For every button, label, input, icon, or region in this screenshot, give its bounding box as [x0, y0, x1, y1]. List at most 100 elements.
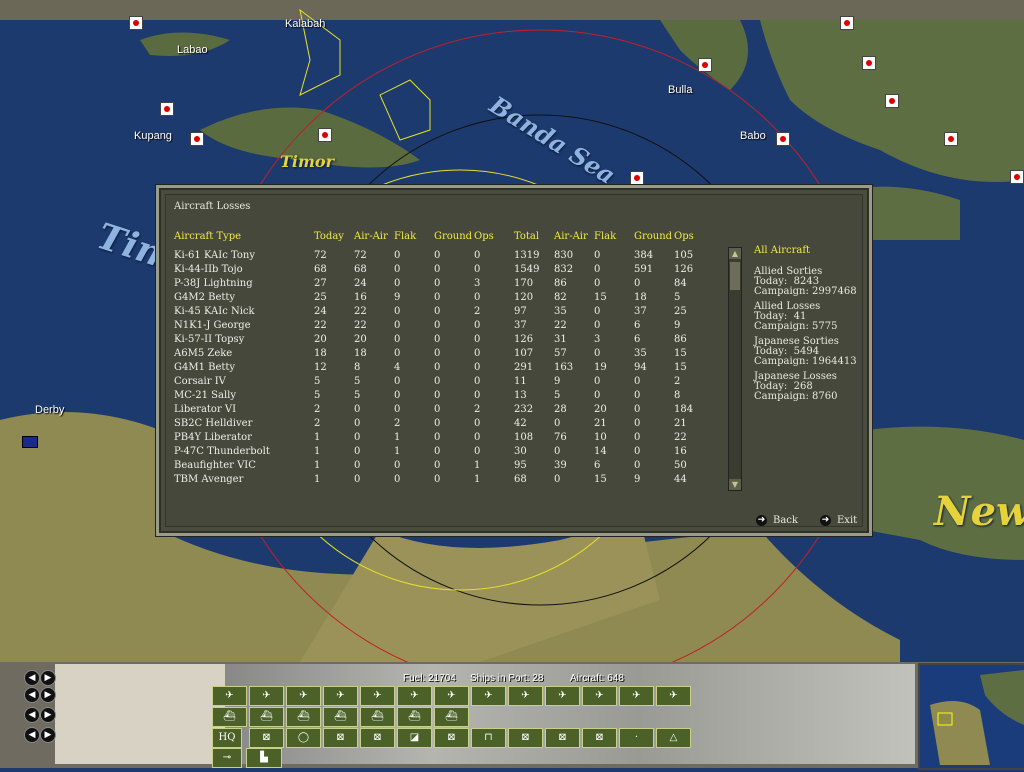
- cell-aircraft-type[interactable]: P-47C Thunderbolt: [174, 446, 270, 457]
- ground-unit-filter-icon[interactable]: ⊠: [508, 728, 543, 748]
- base-flag-icon[interactable]: [862, 56, 876, 70]
- air-filter-icon[interactable]: ✈: [471, 686, 506, 706]
- prev-icon[interactable]: ◀: [24, 727, 40, 743]
- ground-unit-filter-icon[interactable]: ⊠: [434, 728, 469, 748]
- cell-total-ops: 184: [674, 404, 694, 415]
- ship-filter-icon[interactable]: ⛴: [212, 707, 247, 727]
- base-flag-icon[interactable]: [129, 16, 143, 30]
- base-flag-icon[interactable]: [776, 132, 790, 146]
- cell-aircraft-type[interactable]: A6M5 Zeke: [174, 348, 232, 359]
- cell-total-ops: 15: [674, 348, 687, 359]
- air-filter-icon[interactable]: ✈: [397, 686, 432, 706]
- ground-unit-filter-icon[interactable]: ⊠: [360, 728, 395, 748]
- cell-aircraft-type[interactable]: G4M1 Betty: [174, 362, 235, 373]
- back-button[interactable]: ➜ Back: [756, 515, 798, 526]
- air-filter-icon[interactable]: ✈: [286, 686, 321, 706]
- cell-air-air: 0: [354, 446, 361, 457]
- col-header-flak[interactable]: Flak: [394, 231, 416, 242]
- ground-unit-filter-icon[interactable]: ⊠: [582, 728, 617, 748]
- ground-unit-filter-icon[interactable]: ⊓: [471, 728, 506, 748]
- col-header-total-ops[interactable]: Ops: [674, 231, 694, 242]
- arrow-right-icon: ➜: [820, 515, 831, 526]
- ground-unit-filter-icon[interactable]: ◯: [286, 728, 321, 748]
- cell-aircraft-type[interactable]: Ki-61 KAIc Tony: [174, 250, 255, 261]
- cell-aircraft-type[interactable]: Ki-44-IIb Tojo: [174, 264, 243, 275]
- base-flag-icon[interactable]: [160, 102, 174, 116]
- prev-icon[interactable]: ◀: [24, 670, 40, 686]
- col-header-total[interactable]: Total: [514, 231, 539, 242]
- cell-aircraft-type[interactable]: G4M2 Betty: [174, 292, 235, 303]
- base-flag-icon[interactable]: [840, 16, 854, 30]
- base-flag-icon[interactable]: [1010, 170, 1024, 184]
- next-icon[interactable]: ▶: [40, 727, 56, 743]
- base-flag-icon[interactable]: [318, 128, 332, 142]
- cell-aircraft-type[interactable]: N1K1-J George: [174, 320, 251, 331]
- air-filter-icon[interactable]: ✈: [619, 686, 654, 706]
- col-header-total-flak[interactable]: Flak: [594, 231, 616, 242]
- ship-filter-icon[interactable]: ⛴: [249, 707, 284, 727]
- aircraft-filter-icon[interactable]: ⊸: [212, 748, 242, 768]
- exit-button[interactable]: ➜ Exit: [820, 515, 857, 526]
- col-header-aircraft-type[interactable]: Aircraft Type: [174, 231, 241, 242]
- air-filter-icon[interactable]: ✈: [249, 686, 284, 706]
- col-header-ground[interactable]: Ground: [434, 231, 472, 242]
- cell-aircraft-type[interactable]: Ki-57-II Topsy: [174, 334, 244, 345]
- air-filter-icon[interactable]: ✈: [508, 686, 543, 706]
- col-header-air-air[interactable]: Air-Air: [354, 231, 388, 242]
- ground-unit-filter-icon[interactable]: ·: [619, 728, 654, 748]
- overview-minimap[interactable]: [918, 663, 1024, 770]
- air-filter-icon[interactable]: ✈: [212, 686, 247, 706]
- cell-ops: 3: [474, 278, 481, 289]
- air-filter-icon[interactable]: ✈: [434, 686, 469, 706]
- air-filter-icon[interactable]: ✈: [323, 686, 358, 706]
- ground-unit-filter-icon[interactable]: △: [656, 728, 691, 748]
- air-filter-icon[interactable]: ✈: [545, 686, 580, 706]
- hq-filter-button[interactable]: HQ: [212, 728, 242, 748]
- next-icon[interactable]: ▶: [40, 670, 56, 686]
- island-label: Timor: [280, 152, 335, 171]
- cell-aircraft-type[interactable]: Corsair IV: [174, 376, 226, 387]
- ground-unit-filter-icon[interactable]: ⊠: [545, 728, 580, 748]
- scroll-down-icon[interactable]: ▼: [729, 479, 741, 490]
- cell-aircraft-type[interactable]: Ki-45 KAIc Nick: [174, 306, 255, 317]
- col-header-ops[interactable]: Ops: [474, 231, 494, 242]
- cell-aircraft-type[interactable]: MC-21 Sally: [174, 390, 236, 401]
- next-icon[interactable]: ▶: [40, 687, 56, 703]
- cell-aircraft-type[interactable]: SB2C Helldiver: [174, 418, 252, 429]
- prev-icon[interactable]: ◀: [24, 687, 40, 703]
- ship-filter-icon[interactable]: ⛴: [323, 707, 358, 727]
- ground-unit-filter-icon[interactable]: ⊠: [249, 728, 284, 748]
- side-heading[interactable]: All Aircraft: [754, 245, 810, 256]
- col-header-total-ground[interactable]: Ground: [634, 231, 672, 242]
- ground-unit-filter-icon[interactable]: ◪: [397, 728, 432, 748]
- col-header-today[interactable]: Today: [314, 231, 344, 242]
- table-scrollbar[interactable]: ▲ ▼: [728, 247, 742, 491]
- air-filter-icon[interactable]: ✈: [582, 686, 617, 706]
- cell-aircraft-type[interactable]: P-38J Lightning: [174, 278, 253, 289]
- base-flag-icon[interactable]: [944, 132, 958, 146]
- cell-total-ops: 126: [674, 264, 694, 275]
- cell-aircraft-type[interactable]: Liberator VI: [174, 404, 236, 415]
- prev-icon[interactable]: ◀: [24, 707, 40, 723]
- base-flag-icon[interactable]: [190, 132, 204, 146]
- scroll-up-icon[interactable]: ▲: [729, 248, 741, 259]
- cell-ground: 0: [434, 334, 441, 345]
- next-icon[interactable]: ▶: [40, 707, 56, 723]
- allied-base-flag-icon[interactable]: [22, 436, 38, 448]
- base-flag-icon[interactable]: [698, 58, 712, 72]
- ship-filter-icon[interactable]: ⛴: [434, 707, 469, 727]
- base-flag-icon[interactable]: [885, 94, 899, 108]
- col-header-total-air-air[interactable]: Air-Air: [554, 231, 588, 242]
- base-flag-icon[interactable]: [630, 171, 644, 185]
- cell-aircraft-type[interactable]: Beaufighter VIC: [174, 460, 256, 471]
- ship-filter-icon[interactable]: ⛴: [286, 707, 321, 727]
- ground-unit-filter-icon[interactable]: ⊠: [323, 728, 358, 748]
- ship-filter-icon[interactable]: ⛴: [360, 707, 395, 727]
- air-filter-icon[interactable]: ✈: [656, 686, 691, 706]
- cell-aircraft-type[interactable]: PB4Y Liberator: [174, 432, 252, 443]
- cell-aircraft-type[interactable]: TBM Avenger: [174, 474, 243, 485]
- ship-filter-icon[interactable]: ⛴: [397, 707, 432, 727]
- base-filter-icon[interactable]: ▙: [246, 748, 282, 768]
- air-filter-icon[interactable]: ✈: [360, 686, 395, 706]
- scroll-thumb[interactable]: [730, 262, 740, 290]
